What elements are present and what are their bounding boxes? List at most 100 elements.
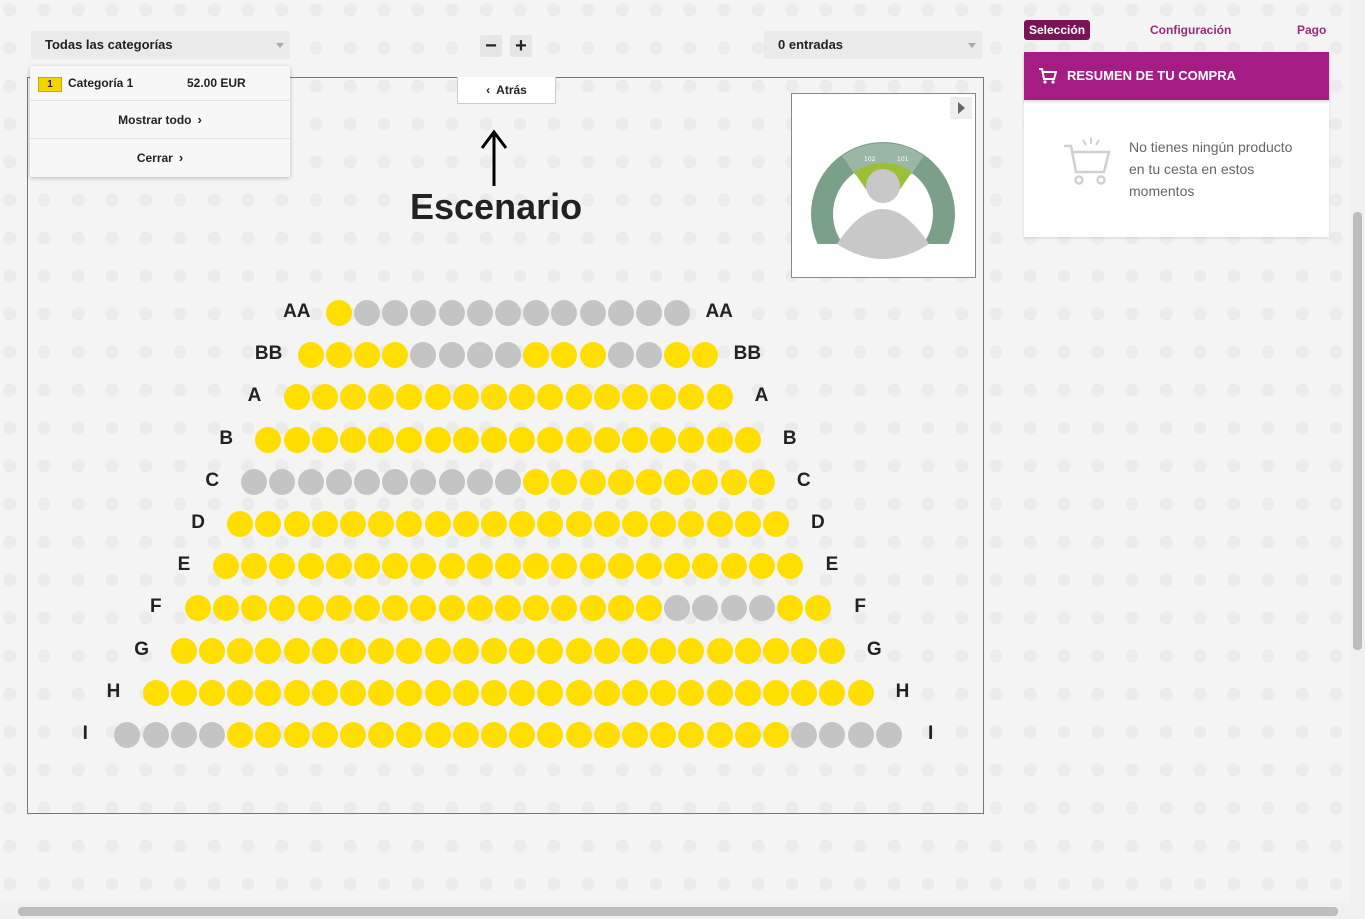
seat[interactable] <box>762 637 789 664</box>
step-payment[interactable]: Pago <box>1297 23 1326 37</box>
seat[interactable] <box>706 426 733 453</box>
seat[interactable] <box>410 553 437 580</box>
seat[interactable] <box>354 595 380 622</box>
step-configuration[interactable]: Configuración <box>1150 23 1231 37</box>
seat[interactable] <box>819 679 846 706</box>
close-panel-button[interactable]: Cerrar › <box>30 139 290 176</box>
seat[interactable] <box>368 384 395 411</box>
seat[interactable] <box>509 679 536 706</box>
seat[interactable] <box>565 426 592 453</box>
seat[interactable] <box>551 553 578 580</box>
seat[interactable] <box>396 679 423 706</box>
seat[interactable] <box>480 384 507 411</box>
seat[interactable] <box>621 511 648 537</box>
seat[interactable] <box>621 679 648 706</box>
seat[interactable] <box>509 722 536 748</box>
seat[interactable] <box>255 426 282 453</box>
seat[interactable] <box>339 679 366 706</box>
seat[interactable] <box>621 637 648 664</box>
seat[interactable] <box>579 553 606 580</box>
seat[interactable] <box>650 511 677 537</box>
seat[interactable] <box>339 384 366 411</box>
seat[interactable] <box>325 300 352 326</box>
seat[interactable] <box>734 722 761 748</box>
seat[interactable] <box>227 722 254 748</box>
seat[interactable] <box>706 722 733 748</box>
seat[interactable] <box>664 468 691 495</box>
seat[interactable] <box>805 595 832 622</box>
seat[interactable] <box>762 679 789 706</box>
seat[interactable] <box>734 679 761 706</box>
seat[interactable] <box>452 637 479 664</box>
seat[interactable] <box>593 637 620 664</box>
seat[interactable] <box>283 511 310 537</box>
seat[interactable] <box>593 426 620 453</box>
seat[interactable] <box>636 468 662 495</box>
seat[interactable] <box>339 722 366 748</box>
seat[interactable] <box>593 722 620 748</box>
seat[interactable] <box>297 595 324 622</box>
seat[interactable] <box>650 384 677 411</box>
seat[interactable] <box>325 595 352 622</box>
seat[interactable] <box>523 342 550 369</box>
seat[interactable] <box>241 553 268 580</box>
seat[interactable] <box>396 511 423 537</box>
seat[interactable] <box>480 426 507 453</box>
seat[interactable] <box>537 511 564 537</box>
seat[interactable] <box>720 553 747 580</box>
seat[interactable] <box>650 679 677 706</box>
seat[interactable] <box>734 426 761 453</box>
seat[interactable] <box>424 722 451 748</box>
seat[interactable] <box>283 637 310 664</box>
seat[interactable] <box>480 511 507 537</box>
seat[interactable] <box>523 468 550 495</box>
seat[interactable] <box>509 384 536 411</box>
seat[interactable] <box>692 342 719 369</box>
seat[interactable] <box>706 511 733 537</box>
seat[interactable] <box>537 384 564 411</box>
seat[interactable] <box>184 595 211 622</box>
seat[interactable] <box>621 384 648 411</box>
seat[interactable] <box>424 426 451 453</box>
seat[interactable] <box>213 553 239 580</box>
seat[interactable] <box>255 679 282 706</box>
category-row[interactable]: 1 Categoría 1 52.00 EUR <box>30 66 290 101</box>
seat[interactable] <box>565 722 592 748</box>
seat[interactable] <box>537 679 564 706</box>
seat[interactable] <box>227 679 254 706</box>
seat[interactable] <box>368 511 395 537</box>
seat[interactable] <box>636 553 662 580</box>
seat[interactable] <box>368 426 395 453</box>
seat[interactable] <box>847 679 874 706</box>
seat[interactable] <box>537 426 564 453</box>
seat[interactable] <box>452 679 479 706</box>
seat[interactable] <box>706 384 733 411</box>
seat[interactable] <box>495 553 521 580</box>
seat[interactable] <box>791 679 818 706</box>
seat[interactable] <box>579 595 606 622</box>
seat[interactable] <box>565 637 592 664</box>
seat[interactable] <box>819 637 846 664</box>
seat[interactable] <box>368 722 395 748</box>
seat[interactable] <box>283 384 310 411</box>
seat[interactable] <box>706 679 733 706</box>
seat[interactable] <box>269 553 296 580</box>
seat[interactable] <box>339 426 366 453</box>
seat[interactable] <box>664 553 691 580</box>
seat[interactable] <box>227 637 254 664</box>
seat[interactable] <box>424 679 451 706</box>
seat[interactable] <box>396 722 423 748</box>
seat[interactable] <box>339 637 366 664</box>
seat[interactable] <box>396 426 423 453</box>
seat[interactable] <box>664 342 691 369</box>
seat[interactable] <box>523 595 550 622</box>
seat[interactable] <box>424 637 451 664</box>
seat[interactable] <box>480 637 507 664</box>
seat[interactable] <box>551 468 578 495</box>
seat[interactable] <box>607 595 634 622</box>
seat[interactable] <box>650 426 677 453</box>
seat[interactable] <box>255 722 282 748</box>
seat[interactable] <box>678 679 705 706</box>
seat[interactable] <box>382 553 409 580</box>
vertical-scroll-thumb[interactable] <box>1353 212 1362 650</box>
